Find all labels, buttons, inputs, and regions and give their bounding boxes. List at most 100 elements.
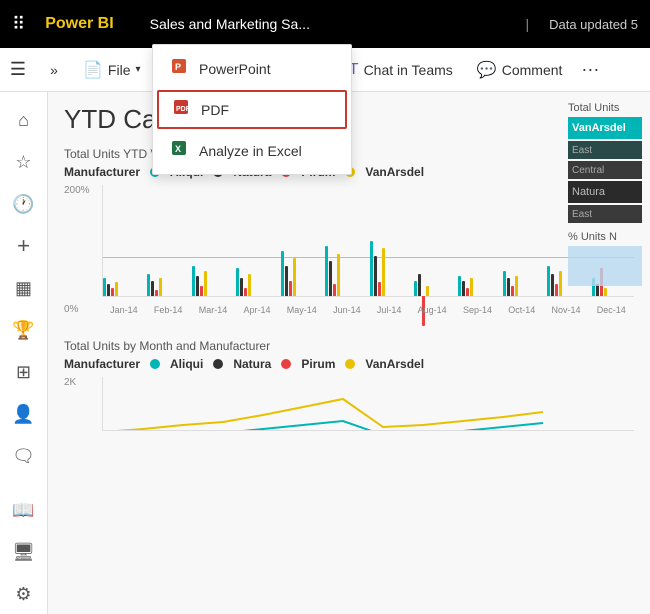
total-units-label: Total Units — [568, 102, 642, 114]
grid-icon: ⠿ — [12, 14, 25, 35]
bar-apr-aliqui — [236, 268, 239, 296]
x-jan: Jan-14 — [110, 305, 138, 315]
sidebar-item-apps[interactable]: ▦ — [4, 268, 44, 308]
x-feb: Feb-14 — [154, 305, 183, 315]
comment-label: Comment — [502, 62, 563, 78]
svg-text:P: P — [175, 62, 181, 72]
book-icon: 📖 — [12, 500, 34, 521]
bar-apr-vanarsdel — [248, 274, 251, 296]
data-updated-label: Data updated 5 — [549, 17, 638, 32]
chart2-title: Total Units by Month and Manufacturer — [64, 339, 634, 353]
vanarsdel-bar-label: VanArsdel — [572, 122, 626, 134]
bar-feb-pirum — [155, 290, 158, 296]
bar-jul-vanarsdel — [382, 248, 385, 296]
central-bar: Central — [568, 161, 642, 179]
x-may: May-14 — [287, 305, 317, 315]
y-label-0: 0% — [64, 304, 96, 315]
bar-sep-natura — [462, 281, 465, 296]
line-chart-svg — [103, 377, 634, 430]
bar-group-sep — [458, 276, 500, 296]
sidebar-item-learn[interactable]: 🏆 — [4, 310, 44, 350]
natura-bar: Natura — [568, 181, 642, 203]
sidebar-item-recents[interactable]: 🕐 — [4, 184, 44, 224]
x-axis-labels: Jan-14 Feb-14 Mar-14 Apr-14 May-14 Jun-1… — [102, 305, 634, 315]
sidebar-item-home[interactable]: ⌂ — [4, 100, 44, 140]
file-button[interactable]: 📄 File ▾ — [72, 54, 152, 86]
trophy-icon: 🏆 — [12, 320, 34, 341]
comment-button[interactable]: 💬 Comment — [466, 54, 574, 86]
report-title-topbar: Sales and Marketing Sa... — [150, 16, 506, 32]
bar-jul-pirum — [378, 282, 381, 296]
y-label-200: 200% — [64, 185, 96, 196]
bar-sep-pirum — [466, 288, 469, 296]
bar-chart-area — [102, 185, 634, 297]
powerpoint-icon: P — [169, 57, 189, 80]
chart2-section: Total Units by Month and Manufacturer Ma… — [48, 331, 650, 455]
bar-nov-natura — [551, 274, 554, 296]
hamburger-icon: ☰ — [10, 59, 26, 80]
pdf-svg: PDF — [172, 98, 190, 116]
x-oct: Oct-14 — [508, 305, 535, 315]
powerbi-logo: Power BI — [45, 15, 113, 33]
legend2-natura: Natura — [233, 357, 271, 371]
bar-mar-pirum — [200, 286, 203, 296]
bar-jun-aliqui — [325, 246, 328, 296]
bar-jun-natura — [329, 261, 332, 296]
sidebar-item-metrics[interactable]: ⊞ — [4, 352, 44, 392]
bar-may-natura — [285, 266, 288, 296]
bar-group-oct — [503, 271, 545, 296]
sidebar-item-favorites[interactable]: ☆ — [4, 142, 44, 182]
svg-text:PDF: PDF — [176, 106, 190, 113]
file-chevron-icon: ▾ — [135, 64, 140, 75]
bar-group-aug — [414, 266, 456, 296]
hamburger-menu[interactable]: ☰ — [0, 48, 36, 92]
bar-jan-natura — [107, 284, 110, 296]
legend2-aliqui: Aliqui — [170, 357, 203, 371]
plus-icon: + — [17, 233, 30, 259]
bar-oct-vanarsdel — [515, 276, 518, 296]
legend2-dot-natura — [213, 359, 223, 369]
bar-mar-vanarsdel — [204, 271, 207, 296]
star-icon: ☆ — [15, 152, 31, 173]
bar-jul-natura — [374, 256, 377, 296]
export-excel-item[interactable]: X Analyze in Excel — [153, 131, 351, 170]
line-chart: 2K — [64, 377, 634, 447]
clock-icon: 🕐 — [12, 194, 34, 215]
bar-may-aliqui — [281, 251, 284, 296]
gear-icon: ⚙ — [15, 584, 31, 605]
sidebar-item-monitor[interactable]: 🖥 — [4, 532, 44, 572]
legend2-dot-pirum — [281, 359, 291, 369]
bar-mar-aliqui — [192, 266, 195, 296]
bar-mar-natura — [196, 276, 199, 296]
bar-group-apr — [236, 268, 278, 296]
east2-bar: East — [568, 205, 642, 223]
line-chart-area — [102, 377, 634, 431]
x-jun: Jun-14 — [333, 305, 361, 315]
legend2-dot-vanarsdel — [345, 359, 355, 369]
message-icon: 🗨 — [12, 446, 35, 467]
chat-label: Chat in Teams — [364, 62, 453, 78]
sidebar-item-workspaces[interactable]: 📖 — [4, 490, 44, 530]
percent-units-label: % Units N — [568, 231, 642, 243]
sidebar-item-settings[interactable]: ⚙ — [4, 574, 44, 614]
legend-vanarsdel: VanArsdel — [365, 165, 424, 179]
central-bar-label: Central — [572, 165, 604, 176]
bar-group-mar — [192, 266, 234, 296]
sidebar-item-people[interactable]: 👤 — [4, 394, 44, 434]
bar-oct-aliqui — [503, 271, 506, 296]
chat-in-teams-button[interactable]: T Chat in Teams — [338, 54, 464, 86]
export-powerpoint-item[interactable]: P PowerPoint — [153, 49, 351, 88]
x-aug: Aug-14 — [418, 305, 447, 315]
sidebar-item-create[interactable]: + — [4, 226, 44, 266]
chevron-icon: » — [50, 62, 58, 78]
sidebar-item-messages[interactable]: 🗨 — [4, 436, 44, 476]
bar-oct-natura — [507, 278, 510, 296]
expand-ribbon-btn[interactable]: » — [38, 48, 70, 92]
export-dropdown: P PowerPoint PDF PDF X Analyze in Excel — [152, 44, 352, 175]
legend2-manufacturer-label: Manufacturer — [64, 357, 140, 371]
natura-bar-label: Natura — [572, 186, 605, 198]
bar-jan-vanarsdel — [115, 282, 118, 296]
more-options-button[interactable]: ··· — [575, 59, 605, 80]
export-pdf-item[interactable]: PDF PDF — [157, 90, 347, 129]
x-apr: Apr-14 — [244, 305, 271, 315]
